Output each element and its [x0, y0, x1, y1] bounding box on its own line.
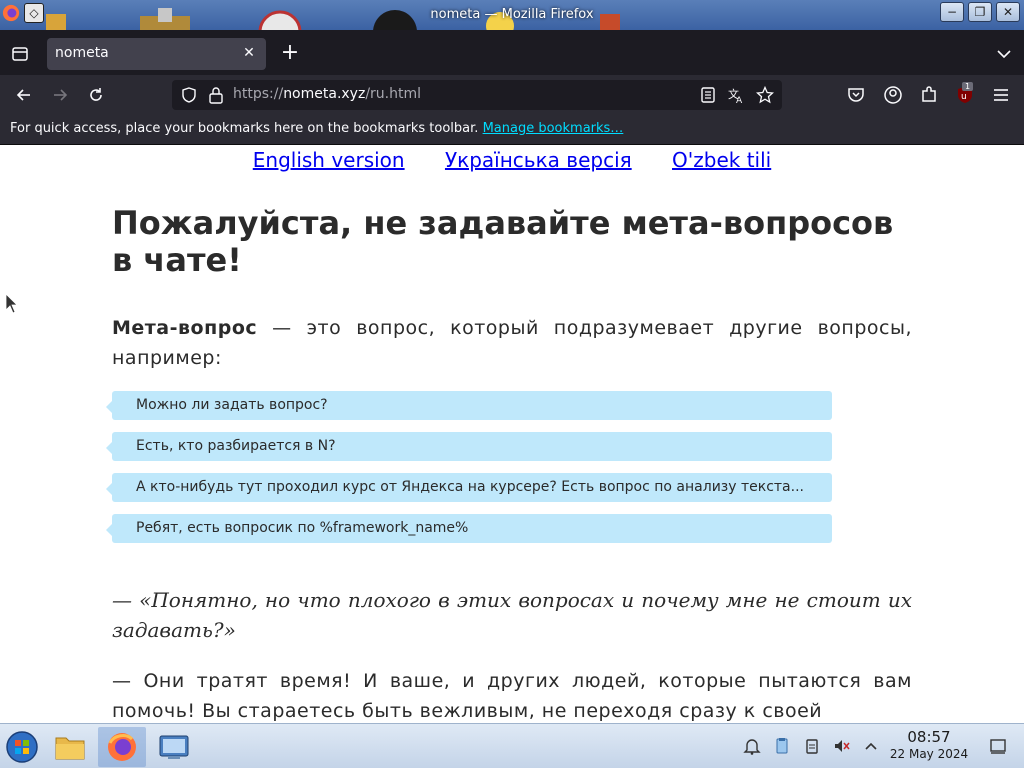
tab-label: nometa: [55, 45, 109, 61]
clipboard-icon[interactable]: [802, 736, 822, 756]
tab-strip: nometa ✕ +: [0, 30, 1024, 75]
address-bar[interactable]: https://nometa.xyz/ru.html 文 A: [172, 80, 782, 110]
clock-date: 22 May 2024: [889, 747, 969, 761]
reload-button[interactable]: [84, 83, 108, 107]
start-orb-icon: [6, 731, 38, 763]
example-message: Есть, кто разбирается в N?: [106, 432, 832, 461]
reader-view-icon[interactable]: [699, 86, 717, 104]
bookmark-star-icon[interactable]: [756, 86, 774, 104]
close-window-button[interactable]: ✕: [996, 2, 1020, 22]
hamburger-menu-icon[interactable]: [991, 85, 1011, 105]
window-titlebar[interactable]: ◇ nometa — Mozilla Firefox − ❐ ✕: [0, 0, 1024, 30]
taskbar: 08:57 22 May 2024: [0, 723, 1024, 768]
example-message: А кто-нибудь тут проходил курс от Яндекс…: [106, 473, 832, 502]
taskbar-firefox[interactable]: [98, 727, 146, 767]
reload-icon: [90, 88, 102, 101]
pocket-icon[interactable]: [846, 85, 866, 105]
notifications-bell-icon[interactable]: [742, 736, 762, 756]
language-switcher: English version Українська версія O'zbek…: [0, 148, 1024, 172]
list-all-tabs-icon[interactable]: [994, 44, 1014, 64]
taskbar-clock[interactable]: 08:57 22 May 2024: [888, 728, 970, 762]
lock-icon[interactable]: [208, 86, 224, 104]
close-tab-icon[interactable]: ✕: [240, 44, 258, 62]
start-menu-button[interactable]: [0, 727, 44, 767]
page-content: English version Українська версія O'zbek…: [0, 145, 1024, 723]
meta-question-term: Мета-вопрос: [112, 317, 258, 339]
window-title: nometa — Mozilla Firefox: [430, 7, 594, 22]
tracking-protection-shield-icon[interactable]: [180, 86, 198, 104]
answer-paragraph: — Они тратят время! И ваше, и других люд…: [112, 670, 912, 722]
firefox-view-button[interactable]: [8, 42, 32, 66]
translate-icon[interactable]: 文 A: [727, 86, 745, 104]
clock-time: 08:57: [907, 728, 951, 746]
taskbar-file-manager[interactable]: [48, 727, 92, 767]
nav-toolbar: https://nometa.xyz/ru.html 文 A u 1: [0, 75, 1024, 115]
url-path: /ru.html: [365, 86, 422, 102]
taskbar-system-settings[interactable]: [152, 727, 196, 767]
language-link-ukrainian[interactable]: Українська версія: [445, 148, 632, 172]
url-prefix: https://: [233, 86, 284, 102]
volume-muted-icon[interactable]: [832, 736, 852, 756]
url-domain: nometa.xyz: [283, 86, 366, 102]
reader-question-quote: — «Понятно, но что плохого в этих вопрос…: [112, 588, 912, 642]
extension-badge: 1: [962, 82, 974, 91]
svg-text:u: u: [961, 92, 967, 102]
manage-bookmarks-link[interactable]: Manage bookmarks…: [483, 121, 624, 136]
mouse-pointer-icon: [6, 294, 18, 314]
show-desktop-icon[interactable]: [988, 736, 1008, 756]
url-text[interactable]: https://nometa.xyz/ru.html: [233, 86, 421, 102]
example-list: Можно ли задать вопрос? Есть, кто разбир…: [106, 391, 832, 555]
firefox-icon: [108, 733, 136, 761]
back-arrow-icon: [16, 89, 30, 101]
window-controls: − ❐ ✕: [940, 2, 1020, 22]
folder-icon: [55, 737, 85, 760]
show-hidden-tray-icon[interactable]: [861, 736, 881, 756]
forward-arrow-icon: [54, 89, 68, 101]
minimize-button[interactable]: −: [940, 2, 964, 22]
bookmarks-toolbar: For quick access, place your bookmarks h…: [0, 115, 1024, 145]
clipboard-app-icon[interactable]: [772, 736, 792, 756]
account-icon[interactable]: [883, 85, 903, 105]
svg-text:A: A: [736, 96, 743, 104]
example-message: Можно ли задать вопрос?: [106, 391, 832, 420]
new-tab-button[interactable]: +: [278, 42, 302, 66]
language-link-uzbek[interactable]: O'zbek tili: [672, 148, 771, 172]
bookmarks-empty-message: For quick access, place your bookmarks h…: [10, 121, 479, 136]
firefox-view-icon: [12, 47, 28, 61]
system-settings-icon: [159, 735, 189, 759]
language-link-english[interactable]: English version: [253, 148, 405, 172]
tab-nometa[interactable]: nometa ✕: [47, 38, 266, 70]
intro-paragraph: Мета-вопрос — это вопрос, который подраз…: [112, 313, 912, 373]
example-message: Ребят, есть вопросик по %framework_name%: [106, 514, 832, 543]
forward-button[interactable]: [48, 83, 72, 107]
page-title: Пожалуйста, не задавайте мета-вопросов в…: [112, 204, 894, 279]
back-button[interactable]: [12, 83, 36, 107]
extensions-puzzle-icon[interactable]: [919, 85, 939, 105]
maximize-button[interactable]: ❐: [968, 2, 992, 22]
